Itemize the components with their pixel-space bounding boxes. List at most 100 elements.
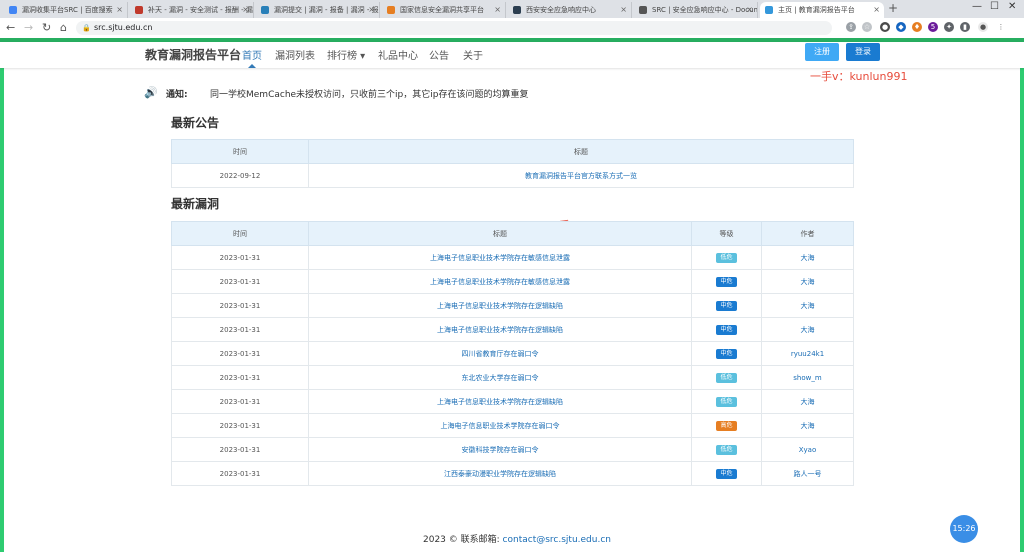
column-header-date: 时间 bbox=[171, 221, 309, 246]
level-badge: 低危 bbox=[716, 252, 737, 263]
vuln-title-link[interactable]: 上海电子信息职业技术学院存在弱口令 bbox=[308, 413, 692, 438]
tab-close-icon[interactable]: × bbox=[242, 2, 249, 18]
table-row: 2023-01-31 上海电子信息职业技术学院存在弱口令 高危 大海 bbox=[171, 413, 854, 438]
tab-title: 漏洞收集平台SRC | 百度搜索 bbox=[22, 6, 113, 14]
vuln-author-link[interactable]: 大海 bbox=[761, 293, 854, 318]
watermark-text: 一手v：kunlun991 bbox=[810, 70, 908, 83]
level-badge: 中危 bbox=[716, 348, 737, 359]
level-badge: 高危 bbox=[716, 420, 737, 431]
tab-close-icon[interactable]: × bbox=[746, 2, 753, 18]
screen-border-left bbox=[0, 42, 4, 552]
tab-close-icon[interactable]: × bbox=[620, 2, 627, 18]
vuln-title-link[interactable]: 上海电子信息职业技术学院存在敏感信息泄露 bbox=[308, 269, 692, 294]
profile-icon[interactable]: ● bbox=[978, 22, 988, 32]
extension-icon[interactable]: ♦ bbox=[912, 22, 922, 32]
forward-icon[interactable]: → bbox=[24, 21, 33, 35]
vuln-title-link[interactable]: 四川省教育厅存在弱口令 bbox=[308, 341, 692, 366]
vuln-author-link[interactable]: 大海 bbox=[761, 389, 854, 414]
vuln-title-link[interactable]: 上海电子信息职业技术学院存在逻辑缺陷 bbox=[308, 293, 692, 318]
level-badge: 低危 bbox=[716, 372, 737, 383]
tab-favicon-icon bbox=[387, 6, 395, 14]
nav-about[interactable]: 关于 bbox=[463, 47, 483, 62]
extension-icon[interactable]: ● bbox=[880, 22, 890, 32]
nav-ranking[interactable]: 排行榜 ▾ bbox=[327, 47, 365, 62]
announcement-title-link[interactable]: 教育漏洞报告平台官方联系方式一览 bbox=[308, 163, 854, 188]
vuln-author-link[interactable]: 大海 bbox=[761, 269, 854, 294]
home-icon[interactable]: ⌂ bbox=[60, 21, 67, 35]
vulns-table: 时间 标题 等级 作者 2023-01-31 上海电子信息职业技术学院存在敏感信息… bbox=[171, 221, 854, 486]
vuln-author-link[interactable]: 路人一号 bbox=[761, 461, 854, 486]
tab-close-icon[interactable]: × bbox=[368, 2, 375, 18]
tab-close-icon[interactable]: × bbox=[873, 2, 880, 18]
new-tab-button[interactable]: + bbox=[888, 1, 898, 15]
extension-icon[interactable]: ◆ bbox=[896, 22, 906, 32]
footer-email-link[interactable]: contact@src.sjtu.edu.cn bbox=[503, 535, 611, 545]
speaker-icon: 🔊 bbox=[144, 86, 158, 99]
column-header-date: 时间 bbox=[171, 139, 309, 164]
back-icon[interactable]: ← bbox=[6, 21, 15, 35]
nav-vuln-list[interactable]: 漏洞列表 bbox=[275, 47, 315, 62]
login-button[interactable]: 登录 bbox=[846, 43, 880, 61]
vuln-level-cell: 高危 bbox=[691, 413, 762, 438]
site-footer: 2023 © 联系邮箱: contact@src.sjtu.edu.cn bbox=[423, 532, 611, 545]
register-button[interactable]: 注册 bbox=[805, 43, 839, 61]
footer-text: 2023 © 联系邮箱: bbox=[423, 535, 500, 545]
nav-announcements[interactable]: 公告 bbox=[429, 47, 449, 62]
table-row: 2023-01-31 上海电子信息职业技术学院存在敏感信息泄露 中危 大海 bbox=[171, 269, 854, 294]
vuln-author-link[interactable]: Xyao bbox=[761, 437, 854, 462]
tab-close-icon[interactable]: × bbox=[116, 2, 123, 18]
vuln-date: 2023-01-31 bbox=[171, 341, 309, 366]
browser-tab[interactable]: 漏洞收集平台SRC | 百度搜索 × bbox=[4, 2, 128, 18]
puzzle-icon[interactable]: ✦ bbox=[944, 22, 954, 32]
tab-title: 漏洞提交 | 漏洞 - 报备 | 漏洞 - 报告 - 漏洞如何... bbox=[274, 6, 379, 14]
vuln-title-link[interactable]: 东北农业大学存在弱口令 bbox=[308, 365, 692, 390]
minimize-icon[interactable]: — bbox=[972, 1, 982, 12]
vuln-date: 2023-01-31 bbox=[171, 293, 309, 318]
vuln-author-link[interactable]: 大海 bbox=[761, 413, 854, 438]
menu-icon[interactable]: ⋮ bbox=[996, 22, 1006, 32]
vuln-date: 2023-01-31 bbox=[171, 437, 309, 462]
browser-tab[interactable]: 补天 - 漏洞 - 安全测试 - 报酬 - 漏洞 - IoT从...× bbox=[130, 2, 254, 18]
site-brand[interactable]: 教育漏洞报告平台 bbox=[145, 46, 241, 63]
nav-home[interactable]: 首页 bbox=[242, 47, 262, 62]
tab-favicon-icon bbox=[639, 6, 647, 14]
tab-favicon-icon bbox=[261, 6, 269, 14]
column-header-title: 标题 bbox=[308, 221, 692, 246]
browser-tab[interactable]: SRC | 安全应急响应中心 - Docum... × bbox=[634, 2, 758, 18]
vuln-author-link[interactable]: ryuu24k1 bbox=[761, 341, 854, 366]
vuln-title-link[interactable]: 上海电子信息职业技术学院存在逻辑缺陷 bbox=[308, 389, 692, 414]
table-row: 2023-01-31 上海电子信息职业技术学院存在逻辑缺陷 低危 大海 bbox=[171, 389, 854, 414]
nav-gift-center[interactable]: 礼品中心 bbox=[378, 47, 418, 62]
vuln-date: 2023-01-31 bbox=[171, 317, 309, 342]
vuln-author-link[interactable]: 大海 bbox=[761, 317, 854, 342]
browser-tab[interactable]: 漏洞提交 | 漏洞 - 报备 | 漏洞 - 报告 - 漏洞如何...× bbox=[256, 2, 380, 18]
vuln-title-link[interactable]: 江西泰豪动漫职业学院存在逻辑缺陷 bbox=[308, 461, 692, 486]
level-badge: 低危 bbox=[716, 444, 737, 455]
lock-icon: 🔒 bbox=[82, 24, 91, 32]
active-nav-indicator bbox=[248, 64, 256, 68]
vuln-level-cell: 低危 bbox=[691, 365, 762, 390]
browser-tab[interactable]: 西安安全应急响应中心 × bbox=[508, 2, 632, 18]
level-badge: 中危 bbox=[716, 300, 737, 311]
vuln-author-link[interactable]: show_m bbox=[761, 365, 854, 390]
bookmark-star-icon[interactable]: ☆ bbox=[862, 22, 872, 32]
vuln-level-cell: 中危 bbox=[691, 341, 762, 366]
close-icon[interactable]: ✕ bbox=[1008, 1, 1016, 12]
address-bar[interactable]: 🔒 src.sjtu.edu.cn bbox=[76, 21, 832, 35]
vuln-title-link[interactable]: 上海电子信息职业技术学院存在敏感信息泄露 bbox=[308, 245, 692, 270]
tab-close-icon[interactable]: × bbox=[494, 2, 501, 18]
notice-text: 同一学校MemCache未授权访问，只收前三个ip，其它ip存在该问题的均算重复 bbox=[210, 90, 529, 100]
sidebar-icon[interactable]: ▮ bbox=[960, 22, 970, 32]
vuln-title-link[interactable]: 安徽科技学院存在弱口令 bbox=[308, 437, 692, 462]
extension-badge-icon[interactable]: 5 bbox=[928, 22, 938, 32]
reload-icon[interactable]: ↻ bbox=[42, 21, 51, 35]
vuln-author-link[interactable]: 大海 bbox=[761, 245, 854, 270]
table-row: 2023-01-31 四川省教育厅存在弱口令 中危 ryuu24k1 bbox=[171, 341, 854, 366]
vuln-title-link[interactable]: 上海电子信息职业技术学院存在逻辑缺陷 bbox=[308, 317, 692, 342]
maximize-icon[interactable]: ☐ bbox=[990, 1, 999, 12]
browser-tab[interactable]: 国家信息安全漏洞共享平台 × bbox=[382, 2, 506, 18]
clock-bubble[interactable]: 15:26 bbox=[950, 515, 978, 543]
tab-title: 国家信息安全漏洞共享平台 bbox=[400, 6, 484, 14]
browser-tab[interactable]: 主页 | 教育漏洞报告平台 × bbox=[760, 2, 884, 18]
share-icon[interactable]: ⇪ bbox=[846, 22, 856, 32]
